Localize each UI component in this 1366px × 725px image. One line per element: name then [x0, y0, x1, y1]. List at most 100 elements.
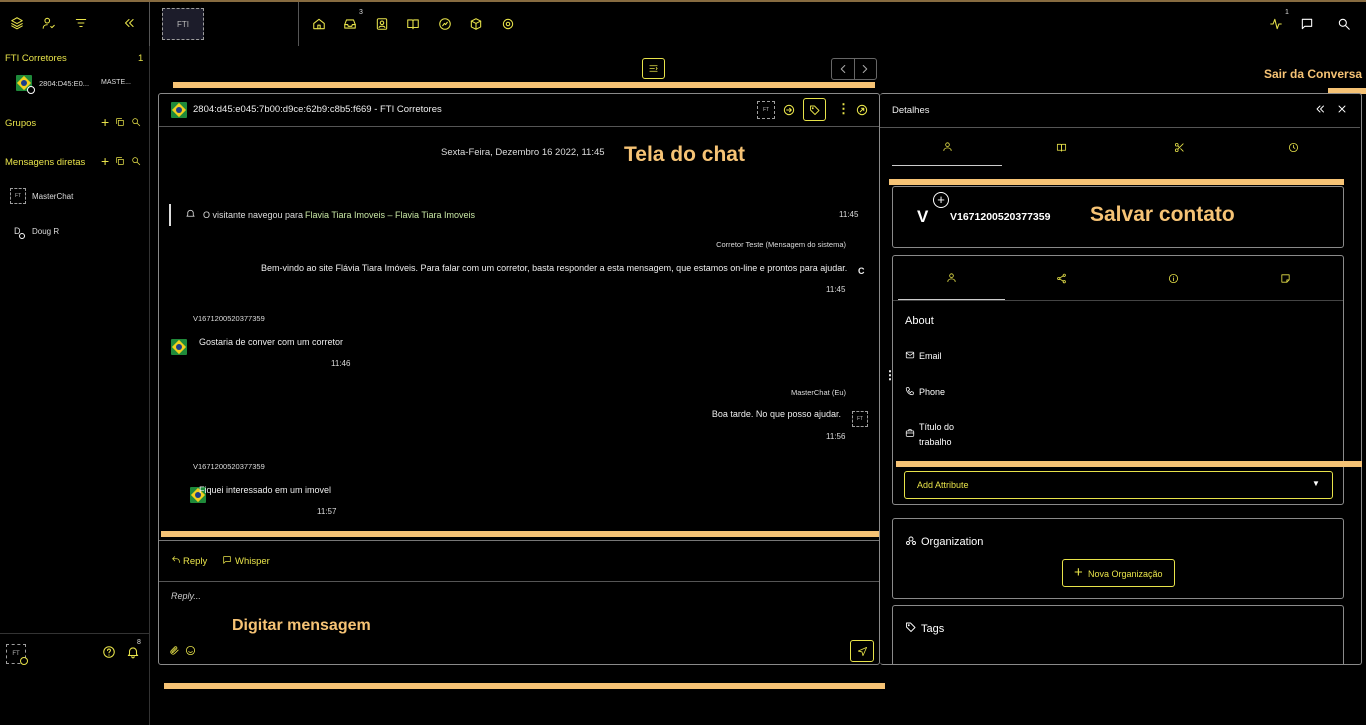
- message-time: 11:45: [826, 285, 846, 294]
- emoji-icon[interactable]: [185, 645, 196, 656]
- clock-icon: [1288, 142, 1299, 153]
- agent-icon[interactable]: FT: [757, 101, 775, 119]
- copy-icon[interactable]: [115, 156, 125, 166]
- tab-tools[interactable]: [1120, 128, 1238, 166]
- contact-avatar: V: [917, 207, 929, 226]
- bell-icon: [185, 208, 196, 219]
- contacts-icon[interactable]: [375, 17, 389, 31]
- home-icon[interactable]: [312, 17, 326, 31]
- collapse-icon[interactable]: [1314, 103, 1326, 115]
- scissors-icon: [1174, 142, 1185, 153]
- contact-name: V1671200520377359: [950, 211, 1051, 223]
- collapse-sidebar-icon[interactable]: [122, 16, 136, 30]
- organization-card: Organization + Nova Organização: [892, 518, 1344, 599]
- direct-item[interactable]: FT MasterChat: [10, 188, 140, 206]
- annotation-bar: [896, 461, 1362, 467]
- close-icon[interactable]: [1336, 103, 1348, 115]
- activity-icon[interactable]: [1269, 17, 1283, 31]
- add-attribute-label: Add Attribute: [917, 480, 969, 490]
- organization-icon: [905, 535, 917, 547]
- info-icon: [1168, 273, 1179, 284]
- chevron-right-icon[interactable]: [855, 59, 877, 79]
- reply-tab[interactable]: Reply: [183, 556, 207, 567]
- settings-icon[interactable]: [501, 17, 515, 31]
- filter-icon[interactable]: [74, 16, 88, 30]
- field-job-title[interactable]: Título do trabalho: [919, 420, 965, 450]
- reply-icon: [171, 555, 181, 565]
- tag-icon: [905, 621, 917, 633]
- transfer-icon[interactable]: [782, 103, 796, 117]
- add-attribute-select[interactable]: Add Attribute ▼: [904, 471, 1333, 499]
- search-icon[interactable]: [131, 156, 141, 166]
- section-title[interactable]: FTI Corretores: [5, 53, 67, 64]
- tab-knowledge[interactable]: [1002, 128, 1120, 166]
- composer: Reply Whisper Reply... Digitar mensagem: [159, 540, 879, 664]
- message-sender: Corretor Teste (Mensagem do sistema): [716, 240, 846, 249]
- user-check-icon[interactable]: [42, 16, 56, 30]
- status-dot: [19, 233, 25, 239]
- brazil-flag-icon: [171, 102, 187, 118]
- navigation-prefix: O visitante navegou para: [203, 210, 304, 220]
- add-group-icon[interactable]: +: [101, 114, 109, 130]
- search-icon[interactable]: [131, 117, 141, 127]
- message-text: Fiquei interessado em um imovel: [199, 485, 332, 495]
- caret-down-icon: ▼: [1312, 479, 1320, 488]
- status-dot: [20, 657, 28, 665]
- conversation-item[interactable]: 2804:D45:E0... MASTE...: [16, 74, 146, 96]
- user-icon: [942, 141, 953, 152]
- reports-icon[interactable]: [438, 17, 452, 31]
- message-input[interactable]: Reply...: [171, 591, 201, 601]
- tab-history[interactable]: [1238, 128, 1348, 166]
- annotation-bar: [173, 82, 875, 88]
- tag-icon: [809, 104, 821, 116]
- section-count: 1: [138, 53, 144, 64]
- add-direct-icon[interactable]: +: [101, 153, 109, 169]
- subtab-info[interactable]: [1117, 256, 1229, 300]
- inbox-icon[interactable]: [343, 17, 357, 31]
- plus-icon: +: [1074, 564, 1083, 581]
- annotation-type: Digitar mensagem: [232, 617, 371, 634]
- chat-panel: 2804:d45:e045:7b00:d9ce:62b9:c8b5:f669 -…: [158, 93, 880, 665]
- search-icon[interactable]: [1337, 17, 1351, 31]
- kebab-menu-icon[interactable]: ⋮: [837, 101, 850, 117]
- send-button[interactable]: [850, 640, 874, 662]
- direct-item[interactable]: D Doug R: [10, 223, 140, 241]
- copy-icon[interactable]: [115, 117, 125, 127]
- status-dot: [27, 86, 35, 94]
- toggle-panel-button[interactable]: [642, 58, 665, 79]
- direct-messages-title[interactable]: Mensagens diretas: [5, 157, 85, 168]
- book-icon[interactable]: [406, 17, 420, 31]
- groups-title[interactable]: Grupos: [5, 118, 36, 129]
- list-icon: [648, 63, 659, 74]
- chevron-left-icon[interactable]: [832, 59, 855, 79]
- subtab-user[interactable]: [898, 256, 1005, 300]
- help-icon[interactable]: [102, 645, 116, 659]
- new-organization-button[interactable]: + Nova Organização: [1062, 559, 1175, 587]
- add-contact-button[interactable]: +: [933, 192, 949, 208]
- tab-contact[interactable]: [892, 128, 1002, 166]
- close-conversation-icon[interactable]: [855, 103, 869, 117]
- whisper-tab[interactable]: Whisper: [235, 556, 270, 567]
- navigation-time: 11:45: [839, 210, 859, 219]
- package-icon[interactable]: [469, 17, 483, 31]
- annotation-exit: Sair da Conversa: [1264, 67, 1363, 81]
- message-time: 11:57: [317, 507, 337, 516]
- navigation-link[interactable]: Flavia Tiara Imoveis – Flavia Tiara Imov…: [305, 210, 475, 220]
- message-text: Boa tarde. No que posso ajudar.: [711, 409, 841, 419]
- message-time: 11:56: [826, 432, 846, 441]
- attachment-icon[interactable]: [169, 645, 180, 656]
- date-header: Sexta-Feira, Dezembro 16 2022, 11:45: [441, 147, 605, 158]
- bell-icon[interactable]: [126, 645, 140, 659]
- subtab-share[interactable]: [1005, 256, 1117, 300]
- subtab-notes[interactable]: [1229, 256, 1341, 300]
- tag-button[interactable]: [803, 98, 826, 121]
- layers-icon[interactable]: [10, 16, 24, 30]
- conversation-owner: MASTE...: [101, 79, 131, 86]
- field-phone[interactable]: Phone: [919, 387, 945, 397]
- message-icon[interactable]: [1300, 17, 1314, 31]
- annotation-bar: [161, 531, 879, 537]
- field-email[interactable]: Email: [919, 351, 942, 361]
- book-icon: [1056, 142, 1067, 153]
- share-icon: [1056, 273, 1067, 284]
- send-icon: [857, 646, 868, 657]
